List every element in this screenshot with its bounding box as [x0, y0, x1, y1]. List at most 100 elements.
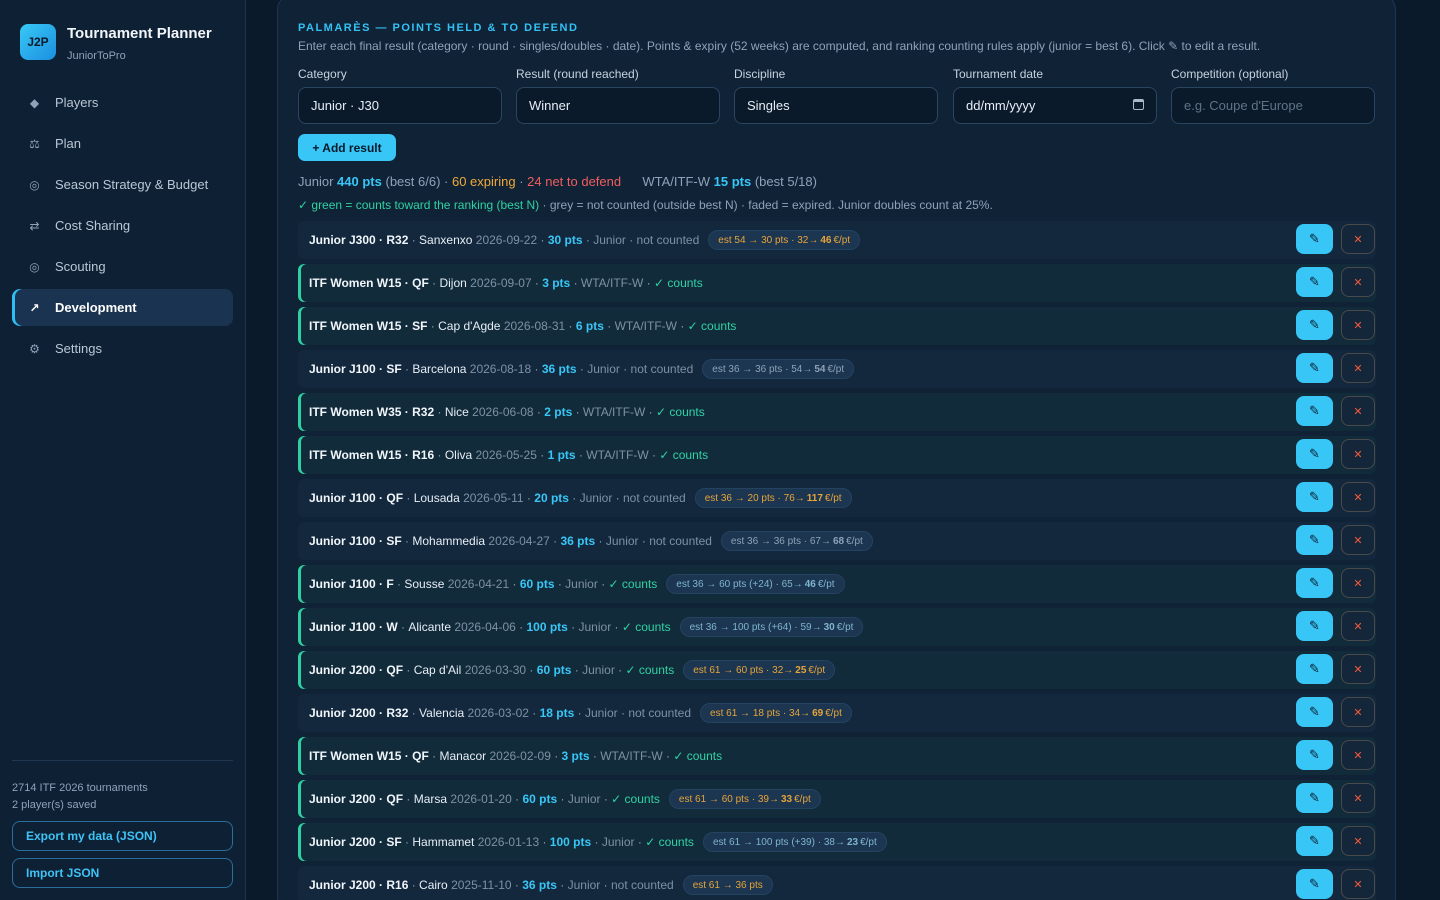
- app-subtitle: JuniorToPro: [67, 50, 126, 62]
- estimate-text: est 36 → 20 pts · 76→: [704, 492, 805, 504]
- result-venue: Valencia: [419, 706, 465, 720]
- result-venue: Nice: [444, 405, 469, 419]
- estimate-text: est 36 → 100 pts (+64) · 59→: [689, 621, 822, 633]
- result-row: Junior J100 · F · Sousse 2026-04-21 · 60…: [298, 565, 1376, 603]
- result-status: ✓ counts: [645, 835, 694, 849]
- result-row: Junior J100 · QF · Lousada 2026-05-11 · …: [298, 479, 1376, 517]
- result-status: not counted: [649, 534, 712, 548]
- edit-result-button[interactable]: ✎: [1296, 353, 1333, 383]
- delete-result-button[interactable]: ✕: [1341, 439, 1375, 469]
- result-venue: Marsa: [413, 792, 448, 806]
- result-row: ITF Women W15 · QF · Dijon 2026-09-07 · …: [298, 264, 1376, 302]
- result-venue: Cap d'Agde: [438, 319, 501, 333]
- delete-result-button[interactable]: ✕: [1341, 353, 1375, 383]
- result-circuit: Junior: [567, 878, 601, 892]
- result-select[interactable]: Winner: [516, 87, 720, 124]
- delete-result-button[interactable]: ✕: [1341, 482, 1375, 512]
- delete-result-button[interactable]: ✕: [1341, 869, 1375, 899]
- estimate-unit: €/pt: [817, 578, 835, 590]
- delete-result-button[interactable]: ✕: [1341, 697, 1375, 727]
- edit-result-button[interactable]: ✎: [1296, 783, 1333, 813]
- edit-result-button[interactable]: ✎: [1296, 826, 1333, 856]
- import-json-button[interactable]: Import JSON: [12, 858, 233, 888]
- result-circuit: Junior: [601, 835, 635, 849]
- result-date: 2026-05-25: [475, 448, 537, 462]
- edit-result-button[interactable]: ✎: [1296, 869, 1333, 899]
- section-title: PALMARÈS — POINTS HELD & TO DEFEND: [298, 22, 579, 34]
- estimate-text: est 61 → 60 pts · 39→: [678, 793, 779, 805]
- sidebar-item-plan[interactable]: ⚖ Plan: [12, 125, 233, 162]
- delete-result-button[interactable]: ✕: [1341, 525, 1375, 555]
- result-circuit: WTA/ITF-W: [582, 405, 646, 419]
- edit-result-button[interactable]: ✎: [1296, 697, 1333, 727]
- result-date: 2026-09-22: [475, 233, 538, 247]
- result-date: 2025-11-10: [451, 878, 512, 892]
- edit-result-button[interactable]: ✎: [1296, 740, 1333, 770]
- sidebar-item-scouting[interactable]: ◎ Scouting: [12, 248, 233, 285]
- sidebar-item-cost[interactable]: ⇄ Cost Sharing: [12, 207, 233, 244]
- estimate-text: est 36 → 60 pts (+24) · 65→: [676, 578, 803, 590]
- section-description: Enter each final result (category · roun…: [298, 39, 1261, 53]
- result-date: 2026-08-18: [469, 362, 532, 376]
- result-date: 2026-01-20: [450, 792, 512, 806]
- estimate-unit: €/pt: [836, 621, 854, 633]
- delete-result-button[interactable]: ✕: [1341, 568, 1375, 598]
- sidebar-item-development[interactable]: ↗ Development: [12, 289, 233, 326]
- estimate-cost: 68: [832, 535, 845, 547]
- result-row: Junior J100 · W · Alicante 2026-04-06 · …: [298, 608, 1376, 646]
- calendar-icon[interactable]: [1133, 99, 1144, 110]
- estimate-text: est 54 → 30 pts · 32→: [718, 234, 819, 246]
- result-points: 60 pts: [519, 577, 555, 591]
- discipline-select[interactable]: Singles: [734, 87, 938, 124]
- competition-input[interactable]: e.g. Coupe d'Europe: [1171, 87, 1375, 124]
- estimate-unit: €/pt: [860, 836, 877, 848]
- brand: J2P Tournament Planner JuniorToPro: [20, 24, 212, 62]
- scale-icon: ⚖: [29, 136, 40, 151]
- export-json-button[interactable]: Export my data (JSON): [12, 821, 233, 851]
- edit-result-button[interactable]: ✎: [1296, 439, 1333, 469]
- edit-result-button[interactable]: ✎: [1296, 396, 1333, 426]
- edit-result-button[interactable]: ✎: [1296, 482, 1333, 512]
- edit-result-button[interactable]: ✎: [1296, 568, 1333, 598]
- result-venue: Manacor: [439, 749, 487, 763]
- sidebar-item-label: Players: [55, 95, 99, 110]
- delete-result-button[interactable]: ✕: [1341, 267, 1375, 297]
- edit-result-button[interactable]: ✎: [1296, 267, 1333, 297]
- result-points: 36 pts: [522, 878, 557, 892]
- category-select[interactable]: Junior · J30: [298, 87, 502, 124]
- delete-result-button[interactable]: ✕: [1341, 224, 1375, 254]
- sidebar-item-season[interactable]: ◎ Season Strategy & Budget: [12, 166, 233, 203]
- result-date: 2026-08-31: [503, 319, 566, 333]
- junior-label: Junior: [298, 174, 334, 189]
- target-icon: ◎: [29, 259, 40, 274]
- date-input[interactable]: dd/mm/yyyy: [953, 87, 1157, 124]
- result-date: 2026-03-30: [464, 663, 527, 677]
- delete-result-button[interactable]: ✕: [1341, 396, 1375, 426]
- estimate-badge: est 36 → 36 pts · 54→ 54 €/pt: [702, 359, 855, 379]
- delete-result-button[interactable]: ✕: [1341, 654, 1375, 684]
- delete-result-button[interactable]: ✕: [1341, 740, 1375, 770]
- target-icon: ◎: [29, 177, 40, 192]
- result-date: 2026-04-27: [488, 534, 550, 548]
- add-result-button[interactable]: + Add result: [298, 134, 396, 161]
- wta-label: WTA/ITF-W: [642, 174, 710, 189]
- sidebar-item-label: Scouting: [55, 259, 106, 274]
- estimate-cost: 69: [812, 707, 824, 719]
- edit-result-button[interactable]: ✎: [1296, 611, 1333, 641]
- estimate-unit: €/pt: [846, 535, 863, 547]
- estimate-text: est 61 → 18 pts · 34→: [710, 707, 811, 719]
- estimate-badge: est 54 → 30 pts · 32→ 46 €/pt: [708, 230, 861, 250]
- delete-result-button[interactable]: ✕: [1341, 826, 1375, 856]
- edit-result-button[interactable]: ✎: [1296, 310, 1333, 340]
- result-circuit: Junior: [579, 491, 613, 505]
- delete-result-button[interactable]: ✕: [1341, 611, 1375, 641]
- sidebar-item-settings[interactable]: ⚙ Settings: [12, 330, 233, 367]
- result-title: ITF Women W15 · R16: [309, 448, 435, 462]
- edit-result-button[interactable]: ✎: [1296, 654, 1333, 684]
- sidebar-item-players[interactable]: ◆ Players: [12, 84, 233, 121]
- sidebar-item-label: Development: [55, 300, 137, 315]
- edit-result-button[interactable]: ✎: [1296, 224, 1333, 254]
- delete-result-button[interactable]: ✕: [1341, 310, 1375, 340]
- delete-result-button[interactable]: ✕: [1341, 783, 1375, 813]
- edit-result-button[interactable]: ✎: [1296, 525, 1333, 555]
